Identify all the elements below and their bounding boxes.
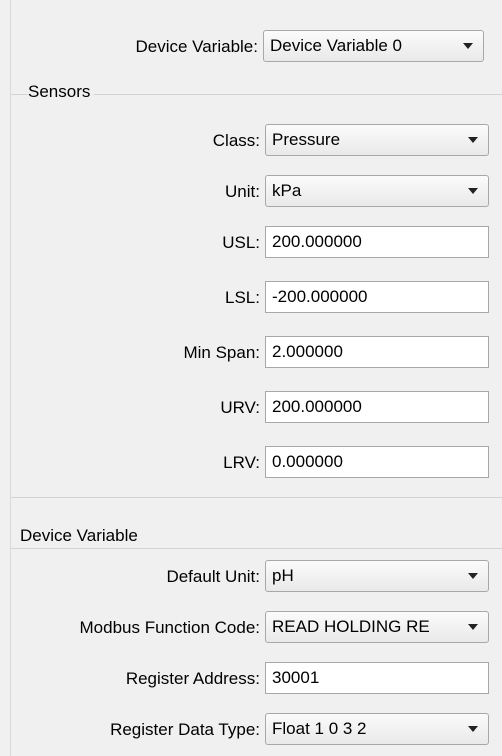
lrv-label: LRV: bbox=[223, 453, 260, 472]
usl-value: 200.000000 bbox=[272, 232, 362, 251]
urv-value: 200.000000 bbox=[272, 397, 362, 416]
chevron-down-icon bbox=[468, 137, 478, 143]
default-unit-label: Default Unit: bbox=[166, 567, 260, 586]
chevron-down-icon bbox=[468, 726, 478, 732]
class-dropdown[interactable]: Pressure bbox=[265, 124, 489, 156]
usl-input[interactable]: 200.000000 bbox=[265, 226, 489, 258]
lsl-input[interactable]: -200.000000 bbox=[265, 281, 489, 313]
register-address-input[interactable]: 30001 bbox=[265, 662, 489, 694]
register-data-type-value: Float 1 0 3 2 bbox=[272, 719, 367, 738]
unit-value: kPa bbox=[272, 181, 302, 200]
class-label: Class: bbox=[212, 131, 260, 150]
device-variable-group-line bbox=[10, 548, 502, 549]
device-variable-dropdown[interactable]: Device Variable 0 bbox=[263, 30, 484, 62]
device-variable-row: Device Variable: Device Variable 0 bbox=[0, 30, 502, 64]
register-address-value: 30001 bbox=[272, 668, 320, 687]
modbus-function-code-row: Modbus Function Code: READ HOLDING RE bbox=[0, 611, 502, 645]
min-span-row: Min Span: 2.000000 bbox=[0, 336, 502, 370]
register-data-type-label: Register Data Type: bbox=[110, 720, 260, 739]
device-variable-group-title: Device Variable bbox=[20, 525, 142, 547]
unit-label: Unit: bbox=[225, 182, 260, 201]
min-span-input[interactable]: 2.000000 bbox=[265, 336, 489, 368]
modbus-function-code-dropdown[interactable]: READ HOLDING RE bbox=[265, 611, 489, 643]
urv-row: URV: 200.000000 bbox=[0, 391, 502, 425]
class-value: Pressure bbox=[272, 130, 341, 149]
lsl-value: -200.000000 bbox=[272, 287, 368, 306]
chevron-down-icon bbox=[468, 188, 478, 194]
usl-row: USL: 200.000000 bbox=[0, 226, 502, 260]
device-variable-label: Device Variable: bbox=[135, 37, 258, 56]
chevron-down-icon bbox=[468, 573, 478, 579]
default-unit-row: Default Unit: pH bbox=[0, 560, 502, 594]
chevron-down-icon bbox=[468, 624, 478, 630]
min-span-value: 2.000000 bbox=[272, 342, 343, 361]
modbus-function-code-value: READ HOLDING RE bbox=[272, 617, 430, 636]
min-span-label: Min Span: bbox=[183, 343, 260, 362]
unit-dropdown[interactable]: kPa bbox=[265, 175, 489, 207]
default-unit-value: pH bbox=[272, 566, 294, 585]
chevron-down-icon bbox=[463, 43, 473, 49]
register-address-row: Register Address: 30001 bbox=[0, 662, 502, 696]
default-unit-dropdown[interactable]: pH bbox=[265, 560, 489, 592]
device-variable-value: Device Variable 0 bbox=[270, 36, 402, 55]
lsl-label: LSL: bbox=[225, 288, 260, 307]
sensors-group-title: Sensors bbox=[28, 81, 95, 103]
lrv-value: 0.000000 bbox=[272, 452, 343, 471]
register-data-type-row: Register Data Type: Float 1 0 3 2 bbox=[0, 713, 502, 747]
urv-input[interactable]: 200.000000 bbox=[265, 391, 489, 423]
modbus-function-code-label: Modbus Function Code: bbox=[79, 618, 261, 637]
usl-label: USL: bbox=[222, 233, 260, 252]
lrv-row: LRV: 0.000000 bbox=[0, 446, 502, 480]
register-address-label: Register Address: bbox=[125, 669, 260, 688]
lsl-row: LSL: -200.000000 bbox=[0, 281, 502, 315]
register-data-type-dropdown[interactable]: Float 1 0 3 2 bbox=[265, 713, 489, 745]
lrv-input[interactable]: 0.000000 bbox=[265, 446, 489, 478]
unit-row: Unit: kPa bbox=[0, 175, 502, 209]
urv-label: URV: bbox=[220, 398, 260, 417]
class-row: Class: Pressure bbox=[0, 124, 502, 158]
